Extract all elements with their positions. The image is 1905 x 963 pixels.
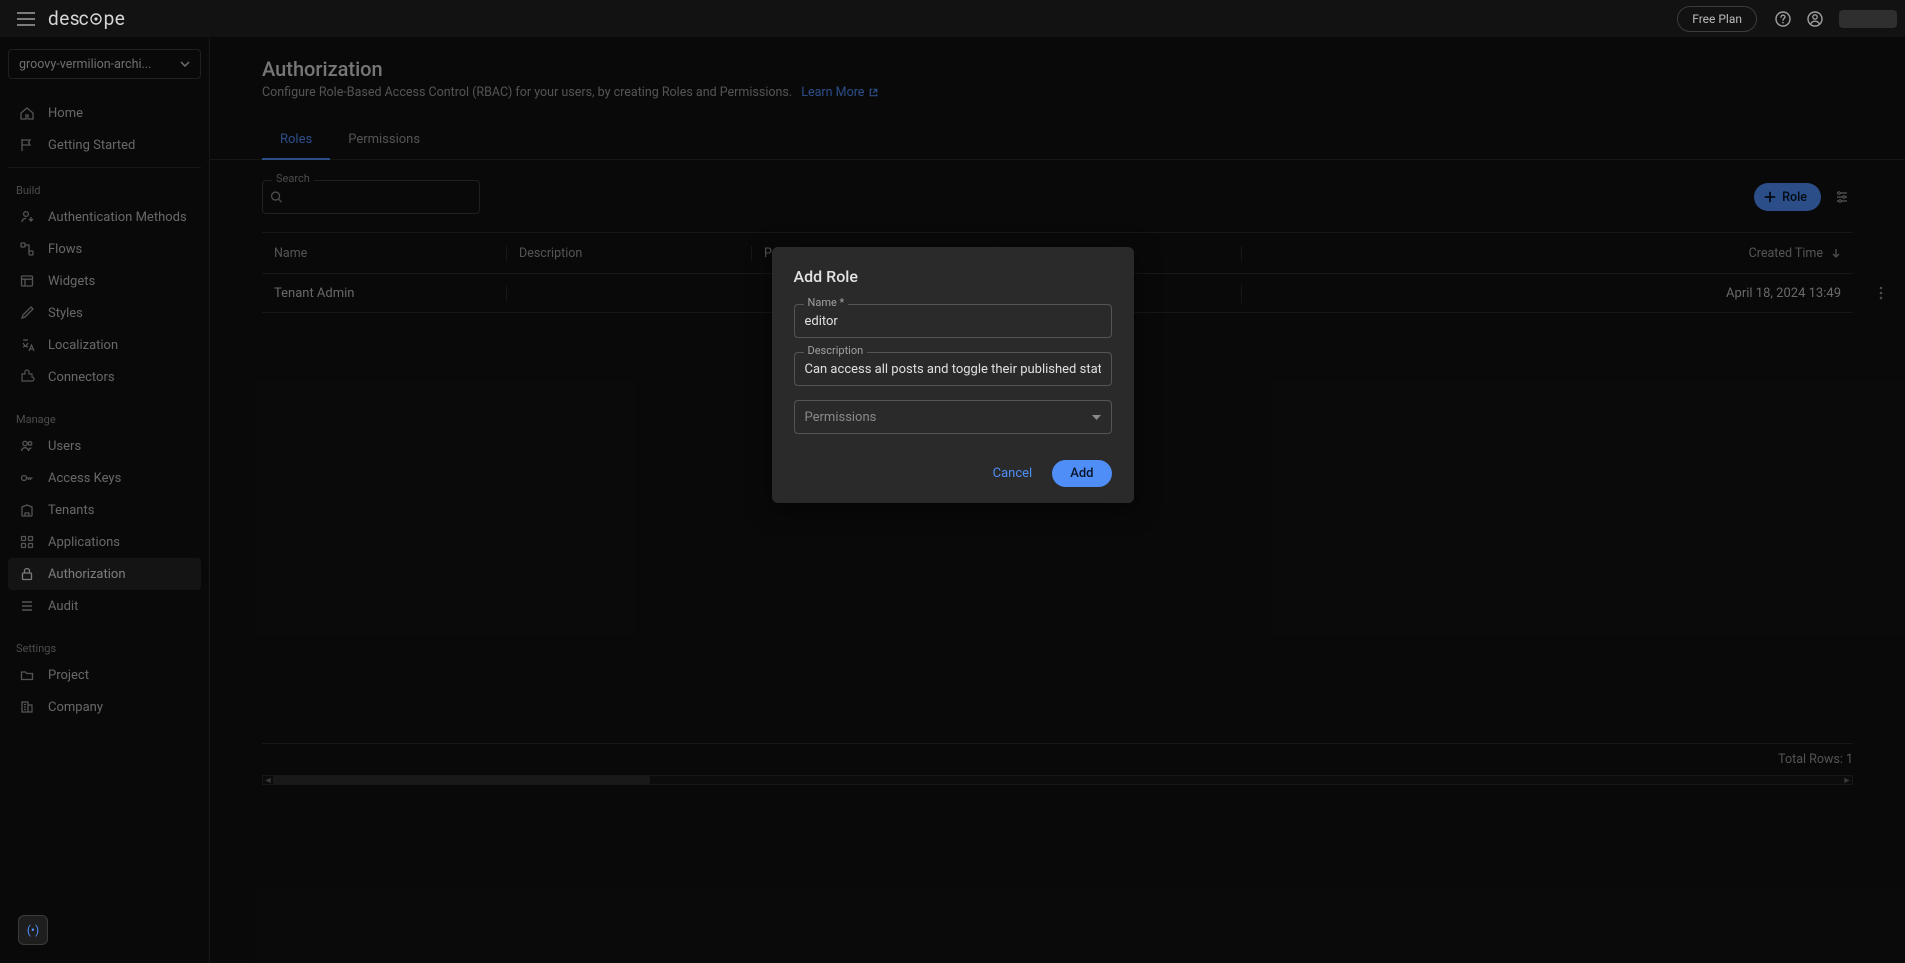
modal-backdrop[interactable]: Add Role Name * Description Permissions … [0,37,1905,963]
add-button[interactable]: Add [1052,460,1111,487]
add-role-modal: Add Role Name * Description Permissions … [772,247,1134,503]
account-icon[interactable] [1801,5,1829,33]
cancel-button[interactable]: Cancel [979,460,1047,487]
help-icon[interactable] [1769,5,1797,33]
name-label: Name * [804,296,849,309]
description-label: Description [804,344,868,357]
chat-widget[interactable]: (•) [18,915,48,945]
modal-title: Add Role [794,267,1112,286]
top-placeholder [1839,10,1897,28]
role-name-input[interactable] [794,304,1112,338]
caret-down-icon [1092,415,1101,420]
permissions-select[interactable]: Permissions [794,400,1112,434]
free-plan-button[interactable]: Free Plan [1677,6,1757,32]
brand-logo[interactable]: desc pe [48,7,125,30]
menu-toggle[interactable] [8,1,44,37]
top-bar: desc pe Free Plan [0,0,1905,37]
role-description-input[interactable] [794,352,1112,386]
